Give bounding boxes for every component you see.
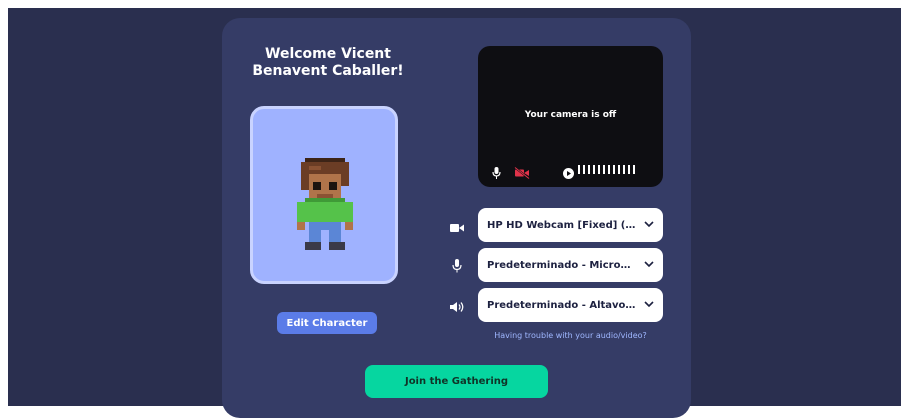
avatar-preview: [250, 106, 398, 284]
microphone-select[interactable]: Predeterminado - Microph...: [478, 248, 663, 282]
audio-video-help-link[interactable]: Having trouble with your audio/video?: [478, 331, 663, 340]
chevron-down-icon: [644, 221, 654, 228]
microphone-icon[interactable]: [492, 164, 501, 183]
play-icon[interactable]: [563, 164, 574, 183]
camera-off-icon[interactable]: [514, 164, 530, 183]
microphone-select-value: Predeterminado - Microph...: [487, 259, 637, 271]
camera-select[interactable]: HP HD Webcam [Fixed] (04...: [478, 208, 663, 242]
edit-character-button[interactable]: Edit Character: [277, 312, 377, 334]
microphone-icon: [452, 258, 462, 277]
audio-level-meter: [578, 165, 635, 174]
chevron-down-icon: [644, 301, 654, 308]
join-gathering-button[interactable]: Join the Gathering: [365, 365, 548, 398]
speaker-icon: [449, 298, 465, 317]
camera-icon: [449, 219, 465, 238]
chevron-down-icon: [644, 261, 654, 268]
camera-status: Your camera is off: [524, 110, 617, 120]
camera-preview: Your camera is off: [478, 46, 663, 187]
speaker-select-value: Predeterminado - Altavoce...: [487, 299, 637, 311]
camera-select-value: HP HD Webcam [Fixed] (04...: [487, 219, 637, 231]
speaker-select[interactable]: Predeterminado - Altavoce...: [478, 288, 663, 322]
character-avatar: [297, 158, 353, 250]
welcome-title: Welcome Vicent Benavent Caballer!: [252, 46, 404, 79]
